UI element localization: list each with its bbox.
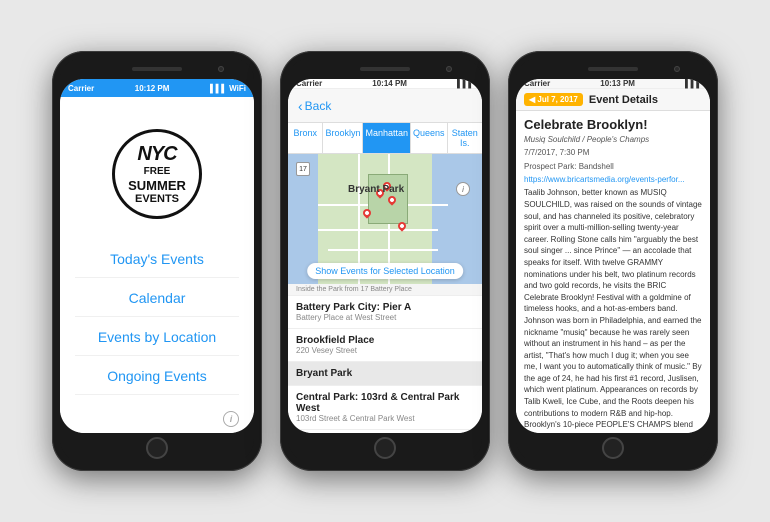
road-2	[318, 229, 438, 231]
back-chevron-icon: ‹	[298, 98, 303, 114]
event-location: Prospect Park: Bandshell	[524, 161, 702, 172]
phone3-content: ◀ Jul 7, 2017 Event Details Celebrate Br…	[516, 89, 710, 433]
carrier-3: Carrier	[524, 79, 550, 88]
tab-bronx[interactable]: Bronx	[288, 123, 323, 153]
list-item-5[interactable]: Central Park: Charles A. Dana Discovery …	[288, 430, 482, 433]
info-icon[interactable]: i	[223, 411, 239, 427]
nyc-logo: nyc FREE SUMMER EVENTS	[112, 129, 202, 219]
detail-body: Celebrate Brooklyn! Musiq Soulchild / Pe…	[516, 111, 710, 433]
list-item-4[interactable]: Central Park: 103rd & Central Park West …	[288, 386, 482, 430]
date-badge: ◀ Jul 7, 2017	[524, 93, 583, 106]
menu-item-calendar[interactable]: Calendar	[75, 280, 239, 317]
menu-item-ongoing-events[interactable]: Ongoing Events	[75, 358, 239, 395]
phone1-content: nyc FREE SUMMER EVENTS Today's Events Ca…	[60, 97, 254, 433]
nyc-text: nyc	[137, 142, 176, 166]
location-name-2: Brookfield Place	[296, 335, 474, 346]
phone-speaker-2	[360, 67, 410, 71]
event-subtitle: Musiq Soulchild / People's Champs	[524, 135, 702, 144]
phone-camera	[218, 66, 224, 72]
phone-camera-3	[674, 66, 680, 72]
location-address-4: 103rd Street & Central Park West	[296, 414, 474, 423]
main-menu: Today's Events Calendar Events by Locati…	[60, 241, 254, 405]
menu-item-todays-events[interactable]: Today's Events	[75, 241, 239, 278]
tab-brooklyn[interactable]: Brooklyn	[323, 123, 363, 153]
time-3: 10:13 PM	[600, 79, 635, 88]
back-button[interactable]: ‹ Back	[298, 98, 331, 114]
status-bar-3: Carrier 10:13 PM ▌▌▌	[516, 79, 710, 89]
tab-staten-island[interactable]: Staten Is.	[448, 123, 482, 153]
list-item-2[interactable]: Brookfield Place 220 Vesey Street	[288, 329, 482, 362]
tab-queens[interactable]: Queens	[411, 123, 448, 153]
home-button-3[interactable]	[602, 437, 624, 459]
locations-list: Battery Park City: Pier A Battery Place …	[288, 296, 482, 433]
event-description: Taalib Johnson, better known as MUSIQ SO…	[524, 187, 702, 433]
phone-1: Carrier 10:12 PM ▌▌▌ WiFi nyc FREE SUMME…	[52, 51, 262, 471]
location-name-1: Battery Park City: Pier A	[296, 302, 474, 313]
info-area: i	[60, 405, 254, 433]
menu-item-events-by-location[interactable]: Events by Location	[75, 319, 239, 356]
nav-bar: ‹ Back	[288, 89, 482, 123]
location-subtitle: Inside the Park from 17 Battery Place	[288, 284, 482, 296]
free-text: FREE	[144, 166, 171, 178]
map-area: 17 Bryant Park i Show Events for Selecte…	[288, 154, 482, 284]
map-background: 17 Bryant Park i Show Events for Selecte…	[288, 154, 482, 284]
time-1: 10:12 PM	[135, 84, 170, 93]
event-details-title: Event Details	[589, 94, 658, 106]
status-bar-2: Carrier 10:14 PM ▌▌▌	[288, 79, 482, 89]
location-name-4: Central Park: 103rd & Central Park West	[296, 392, 474, 414]
carrier-1: Carrier	[68, 84, 94, 93]
map-badge: 17	[296, 162, 310, 176]
time-2: 10:14 PM	[372, 79, 407, 88]
show-events-btn-container: Show Events for Selected Location	[307, 261, 463, 279]
show-events-button[interactable]: Show Events for Selected Location	[307, 263, 463, 279]
location-name-3: Bryant Park	[296, 368, 474, 379]
logo-area: nyc FREE SUMMER EVENTS	[112, 97, 202, 241]
location-address-2: 220 Vesey Street	[296, 346, 474, 355]
phone-camera-2	[446, 66, 452, 72]
home-button-1[interactable]	[146, 437, 168, 459]
list-item-1[interactable]: Battery Park City: Pier A Battery Place …	[288, 296, 482, 329]
event-title: Celebrate Brooklyn!	[524, 117, 702, 132]
phone-2: Carrier 10:14 PM ▌▌▌ ‹ Back Bronx Brookl…	[280, 51, 490, 471]
road-3	[328, 249, 438, 251]
status-bar-1: Carrier 10:12 PM ▌▌▌ WiFi	[60, 79, 254, 97]
location-address-1: Battery Place at West Street	[296, 313, 474, 322]
list-item-3[interactable]: Bryant Park	[288, 362, 482, 386]
phone-3: Carrier 10:13 PM ▌▌▌ ◀ Jul 7, 2017 Event…	[508, 51, 718, 471]
map-info-icon[interactable]: i	[456, 182, 470, 196]
back-label: Back	[305, 99, 332, 113]
tab-manhattan[interactable]: Manhattan	[363, 123, 411, 153]
signal-3: ▌▌▌	[685, 79, 702, 88]
signal-2: ▌▌▌	[457, 79, 474, 88]
phone-speaker-3	[588, 67, 638, 71]
borough-tabs: Bronx Brooklyn Manhattan Queens Staten I…	[288, 123, 482, 154]
event-link[interactable]: https://www.bricartsmedia.org/events-per…	[524, 175, 702, 184]
events-text: EVENTS	[135, 193, 179, 206]
summer-text: SUMMER	[128, 178, 186, 194]
detail-header: ◀ Jul 7, 2017 Event Details	[516, 89, 710, 111]
phone2-content: ‹ Back Bronx Brooklyn Manhattan Queens S…	[288, 89, 482, 433]
phone-speaker	[132, 67, 182, 71]
home-button-2[interactable]	[374, 437, 396, 459]
signal-1: ▌▌▌ WiFi	[210, 84, 246, 93]
event-date: 7/7/2017, 7:30 PM	[524, 147, 702, 158]
carrier-2: Carrier	[296, 79, 322, 88]
park-label: Bryant Park	[348, 184, 404, 195]
